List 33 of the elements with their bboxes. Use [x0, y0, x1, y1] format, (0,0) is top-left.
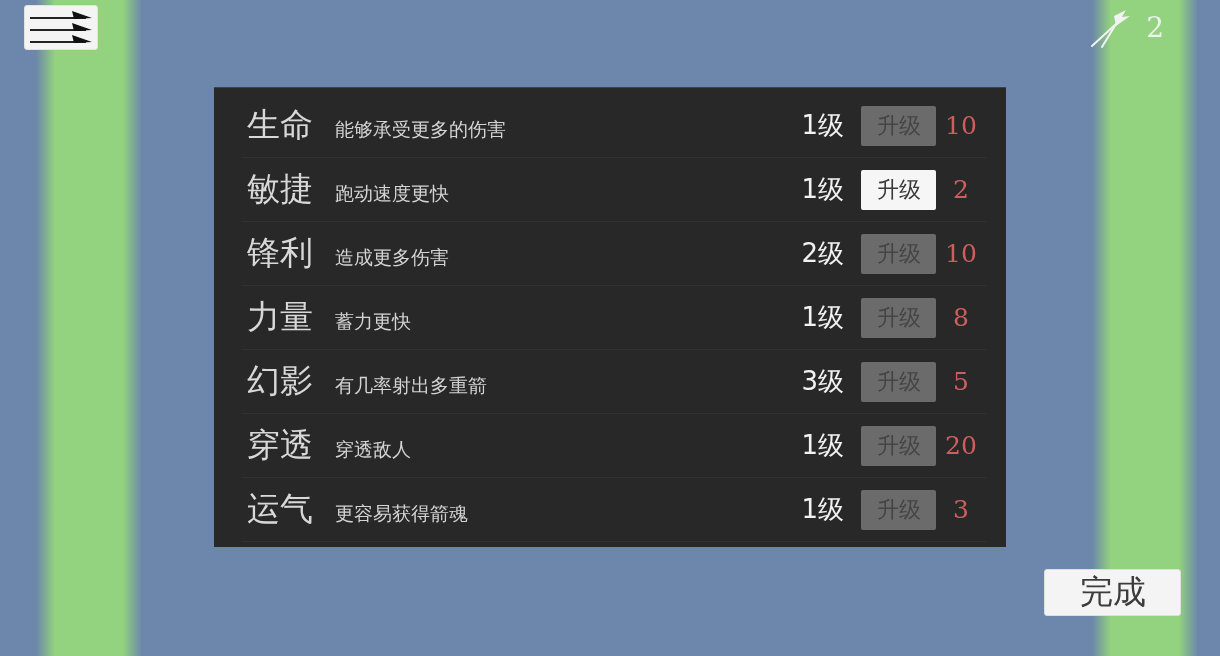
upgrade-rank: 1级	[801, 173, 844, 206]
upgrade-name: 运气	[247, 491, 313, 528]
done-button[interactable]: 完成	[1044, 569, 1181, 616]
upgrade-name: 幻影	[247, 363, 313, 400]
upgrade-cost: 3	[952, 494, 970, 525]
upgrade-name: 穿透	[247, 427, 313, 464]
upgrade-rank: 3级	[801, 365, 844, 398]
upgrade-button[interactable]: 升级	[861, 169, 936, 210]
upgrade-rank: 1级	[801, 429, 844, 462]
upgrade-name: 锋利	[247, 235, 313, 272]
upgrade-description: 穿透敌人	[335, 438, 411, 462]
upgrade-cost: 5	[952, 366, 970, 397]
upgrade-description: 更容易获得箭魂	[335, 502, 468, 526]
upgrade-name: 力量	[247, 299, 313, 336]
upgrade-rank: 1级	[801, 301, 844, 334]
upgrade-description: 蓄力更快	[335, 310, 411, 334]
upgrade-rank: 2级	[801, 237, 844, 270]
upgrade-cost: 10	[944, 238, 978, 269]
upgrade-description: 造成更多伤害	[335, 246, 449, 270]
upgrade-description: 能够承受更多的伤害	[335, 118, 506, 142]
upgrade-cost: 8	[952, 302, 970, 333]
upgrade-name: 生命	[247, 107, 313, 144]
menu-button[interactable]	[24, 5, 98, 50]
arrows-icon	[30, 10, 92, 45]
upgrade-name: 敏捷	[247, 171, 313, 208]
upgrade-cost: 20	[944, 430, 978, 461]
upgrade-cost: 2	[952, 174, 970, 205]
upgrade-description: 有几率射出多重箭	[335, 374, 487, 398]
upgrade-rank: 1级	[801, 493, 844, 526]
upgrade-cost: 10	[944, 110, 978, 141]
upgrade-description: 跑动速度更快	[335, 182, 449, 206]
upgrade-rank: 1级	[801, 109, 844, 142]
arrow-count: 2	[1146, 14, 1164, 42]
